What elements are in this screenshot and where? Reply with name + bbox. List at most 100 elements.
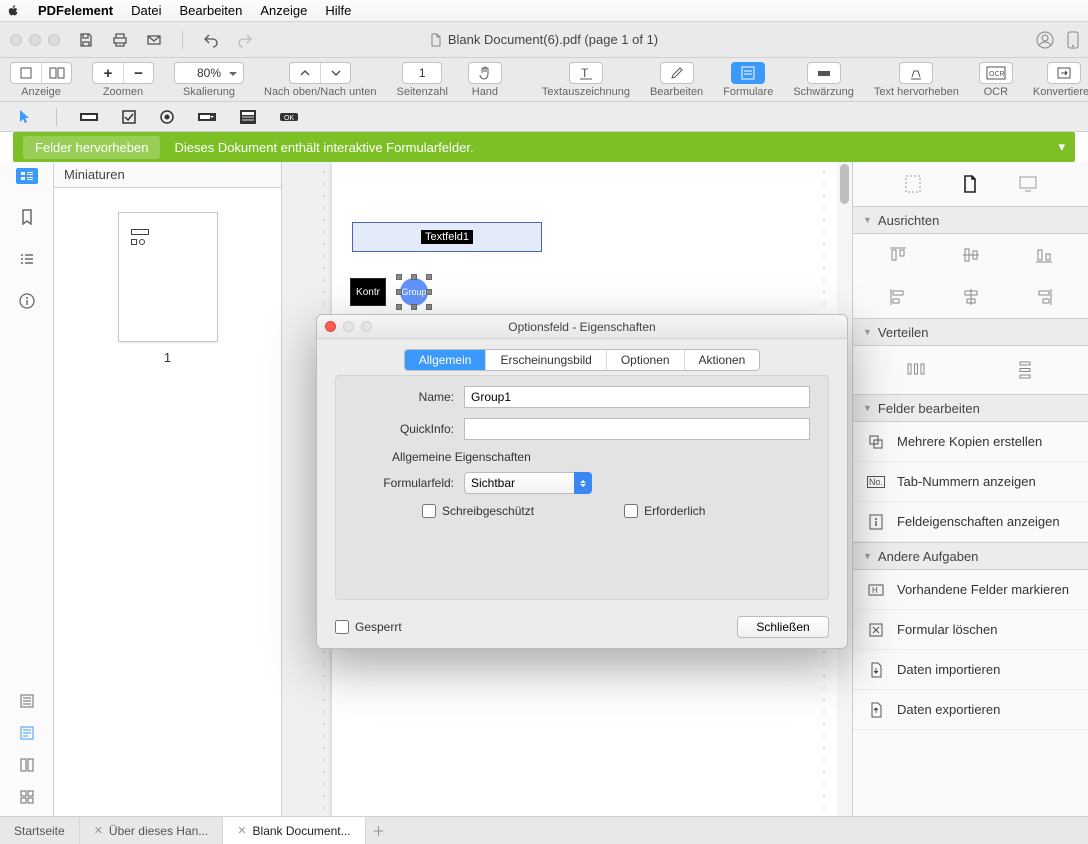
page-up-icon[interactable] xyxy=(290,63,320,83)
dialog-tab-allgemein[interactable]: Allgemein xyxy=(405,350,486,370)
dialog-titlebar[interactable]: Optionsfeld - Eigenschaften xyxy=(317,315,847,339)
required-checkbox[interactable]: Erforderlich xyxy=(624,504,705,518)
edit-item-copies[interactable]: Mehrere Kopien erstellen xyxy=(853,422,1088,462)
menubar-app[interactable]: PDFelement xyxy=(38,3,113,18)
close-button[interactable]: Schließen xyxy=(737,616,829,638)
align-hcenter-icon[interactable] xyxy=(962,288,980,306)
align-left-icon[interactable] xyxy=(889,288,907,306)
info-tab-icon[interactable] xyxy=(18,292,36,310)
section-edit-fields[interactable]: ▼Felder bearbeiten xyxy=(853,394,1088,422)
distribute-v-icon[interactable] xyxy=(1016,360,1034,380)
new-tab-button[interactable]: ＋ xyxy=(366,817,392,844)
menubar-item-datei[interactable]: Datei xyxy=(131,3,161,18)
thumbnails-tab-icon[interactable] xyxy=(16,168,38,184)
tooltip-input[interactable] xyxy=(464,418,810,440)
close-tab-icon[interactable]: ✕ xyxy=(94,824,103,837)
traffic-lights[interactable] xyxy=(0,34,60,46)
edit-item-properties[interactable]: Feldeigenschaften anzeigen xyxy=(853,502,1088,542)
form-checkbox-icon[interactable] xyxy=(121,109,137,125)
bookmarks-tab-icon[interactable] xyxy=(18,208,36,226)
align-bottom-icon[interactable] xyxy=(1035,246,1053,264)
highlight-button[interactable] xyxy=(899,62,933,84)
document-tabbar: Startseite ✕Über dieses Han... ✕Blank Do… xyxy=(0,816,1088,844)
section-align[interactable]: ▼Ausrichten xyxy=(853,206,1088,234)
collapse-bar-icon[interactable]: ▾ xyxy=(1058,139,1065,155)
zoom-in-icon[interactable]: + xyxy=(93,63,123,83)
print-icon[interactable] xyxy=(112,32,128,48)
formfield-select[interactable]: Sichtbar xyxy=(464,472,592,494)
ocr-button[interactable]: OCR xyxy=(979,62,1013,84)
hand-tool-button[interactable] xyxy=(468,62,502,84)
menubar-item-hilfe[interactable]: Hilfe xyxy=(325,3,351,18)
rpanel-icon-page[interactable] xyxy=(904,174,922,194)
formfield-label: Formularfeld: xyxy=(364,476,464,490)
redact-button[interactable] xyxy=(807,62,841,84)
menubar-item-anzeige[interactable]: Anzeige xyxy=(260,3,307,18)
dialog-tab-erscheinungsbild[interactable]: Erscheinungsbild xyxy=(485,350,605,370)
locked-checkbox[interactable]: Gesperrt xyxy=(335,620,402,634)
rpanel-icon-doc[interactable] xyxy=(962,174,978,194)
delete-icon xyxy=(867,623,885,637)
other-item-import[interactable]: Daten importieren xyxy=(853,650,1088,690)
rpanel-icon-screen[interactable] xyxy=(1018,175,1038,193)
zoom-label: Zoomen xyxy=(103,86,143,98)
page-down-icon[interactable] xyxy=(320,63,350,83)
strip-icon-1[interactable] xyxy=(18,692,36,710)
other-item-mark[interactable]: HVorhandene Felder markieren xyxy=(853,570,1088,610)
form-field-checkbox[interactable]: Kontr xyxy=(350,278,386,306)
form-radio-icon[interactable] xyxy=(159,109,175,125)
strip-icon-4[interactable] xyxy=(18,788,36,806)
page-thumbnail-1[interactable] xyxy=(118,212,218,342)
right-properties-panel: ▼Ausrichten ▼Verteilen ▼Felder bearbeite… xyxy=(852,162,1088,816)
form-combobox-icon[interactable] xyxy=(197,110,217,124)
form-button-icon[interactable]: OK xyxy=(279,110,299,124)
convert-button[interactable] xyxy=(1047,62,1081,84)
tab-startseite[interactable]: Startseite xyxy=(0,817,80,844)
edit-button[interactable] xyxy=(660,62,694,84)
form-field-radio-selected[interactable]: Group xyxy=(396,274,432,310)
name-input[interactable] xyxy=(464,386,810,408)
undo-icon[interactable] xyxy=(203,32,219,48)
align-top-icon[interactable] xyxy=(889,246,907,264)
view-single-icon[interactable] xyxy=(11,63,41,83)
dialog-tabs: Allgemein Erscheinungsbild Optionen Akti… xyxy=(404,349,761,371)
align-right-icon[interactable] xyxy=(1035,288,1053,306)
form-select-icon[interactable] xyxy=(16,108,34,126)
user-icon[interactable] xyxy=(1036,31,1054,49)
distribute-h-icon[interactable] xyxy=(906,360,926,380)
dialog-tab-optionen[interactable]: Optionen xyxy=(606,350,684,370)
strip-icon-2[interactable] xyxy=(18,724,36,742)
readonly-checkbox[interactable]: Schreibgeschützt xyxy=(422,504,534,518)
edit-item-tabnumbers[interactable]: No.Tab-Nummern anzeigen xyxy=(853,462,1088,502)
dialog-traffic-lights[interactable] xyxy=(325,321,372,332)
align-vcenter-icon[interactable] xyxy=(962,246,980,264)
text-markup-button[interactable]: T xyxy=(569,62,603,84)
menubar-item-bearbeiten[interactable]: Bearbeiten xyxy=(180,3,243,18)
highlight-fields-button[interactable]: Felder hervorheben xyxy=(23,136,160,159)
page-number-field[interactable]: 1 xyxy=(402,62,442,84)
other-item-export[interactable]: Daten exportieren xyxy=(853,690,1088,730)
form-listbox-icon[interactable] xyxy=(239,109,257,125)
save-icon[interactable] xyxy=(78,32,94,48)
redo-icon[interactable] xyxy=(237,32,253,48)
outline-tab-icon[interactable] xyxy=(18,250,36,268)
mail-icon[interactable] xyxy=(146,32,162,48)
dialog-tab-aktionen[interactable]: Aktionen xyxy=(684,350,760,370)
tab-about[interactable]: ✕Über dieses Han... xyxy=(80,817,224,844)
scale-label: Skalierung xyxy=(183,86,235,98)
tab-blank-document[interactable]: ✕Blank Document... xyxy=(223,817,365,844)
zoom-value-dropdown[interactable]: 80% xyxy=(174,62,244,84)
form-textfield-icon[interactable] xyxy=(79,110,99,124)
forms-button[interactable] xyxy=(731,62,765,84)
device-icon[interactable] xyxy=(1066,31,1080,49)
section-distribute[interactable]: ▼Verteilen xyxy=(853,318,1088,346)
other-item-delete[interactable]: Formular löschen xyxy=(853,610,1088,650)
section-other-tasks[interactable]: ▼Andere Aufgaben xyxy=(853,542,1088,570)
strip-icon-3[interactable] xyxy=(18,756,36,774)
close-tab-icon[interactable]: ✕ xyxy=(237,824,246,837)
form-field-textfield1[interactable]: Textfeld1 xyxy=(352,222,542,252)
view-double-icon[interactable] xyxy=(41,63,71,83)
name-label: Name: xyxy=(354,390,464,404)
copies-icon xyxy=(867,434,885,450)
zoom-out-icon[interactable]: − xyxy=(123,63,153,83)
